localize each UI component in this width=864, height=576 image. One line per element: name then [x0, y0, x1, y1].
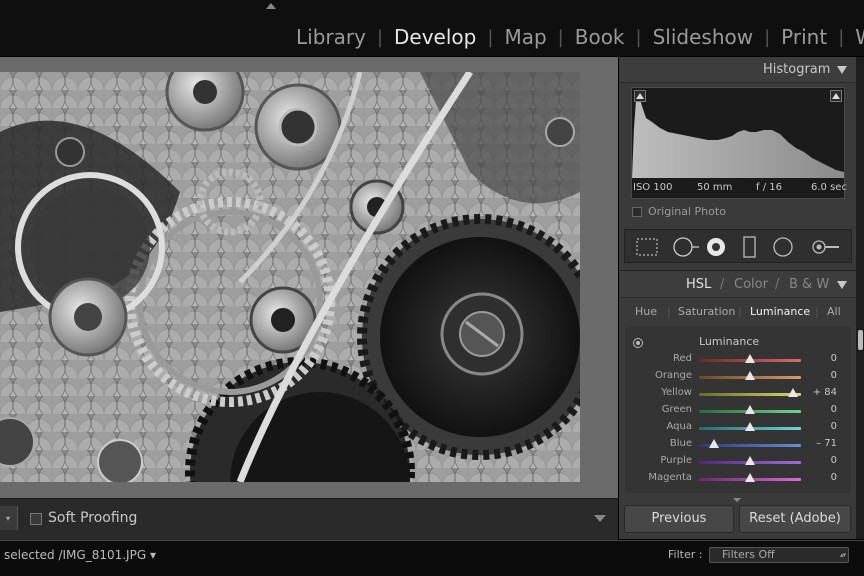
crop-overlay-icon[interactable]	[636, 238, 658, 256]
shadow-clipping-icon[interactable]	[634, 90, 646, 102]
highlight-clipping-icon[interactable]	[830, 90, 842, 102]
slider-value[interactable]: 0	[831, 472, 837, 483]
tab-all[interactable]: All	[827, 305, 841, 318]
histogram-collapse-icon[interactable]	[837, 66, 847, 74]
panel-end-marker-icon	[733, 498, 741, 502]
slider-label: Orange	[655, 370, 692, 381]
soft-proofing-checkbox[interactable]	[30, 513, 42, 525]
red-eye-icon[interactable]	[707, 238, 725, 256]
module-book[interactable]: Book	[575, 25, 625, 49]
hsl-mode-tab[interactable]: HSL	[686, 277, 711, 292]
view-mode-button[interactable]: ▾	[0, 506, 18, 530]
soft-proofing-label: Soft Proofing	[48, 510, 138, 526]
slider-knob[interactable]	[745, 405, 755, 414]
slider-knob[interactable]	[745, 422, 755, 431]
selected-file-text: selected /IMG_8101.JPG	[4, 548, 147, 562]
slider-value[interactable]: 0	[831, 421, 837, 432]
header-separator-2: /	[775, 277, 780, 292]
slider-label: Blue	[669, 438, 692, 449]
slider-magenta: Magenta 0	[625, 471, 851, 488]
exif-aperture: f / 16	[756, 182, 782, 193]
color-mode-tab[interactable]: Color	[734, 277, 768, 292]
slider-label: Green	[661, 404, 692, 415]
exif-shutter: 6.0 sec	[811, 182, 847, 193]
tab-luminance[interactable]: Luminance	[750, 305, 810, 318]
photo-preview[interactable]	[0, 72, 580, 482]
module-develop[interactable]: Develop	[394, 25, 476, 49]
module-library[interactable]: Library	[296, 25, 366, 49]
graduated-filter-icon[interactable]	[743, 236, 756, 258]
spot-removal-icon[interactable]	[673, 237, 699, 257]
original-photo-label: Original Photo	[648, 205, 726, 218]
slider-label: Red	[673, 353, 692, 364]
tab-hue[interactable]: Hue	[635, 305, 657, 318]
right-panel-scrollbar[interactable]	[856, 57, 864, 539]
toolbar-menu-chevron-icon[interactable]	[594, 515, 606, 522]
slider-knob[interactable]	[787, 388, 798, 397]
slider-blue: Blue – 71	[625, 437, 851, 454]
slider-knob[interactable]	[745, 456, 755, 465]
slider-knob[interactable]	[745, 371, 755, 380]
histogram-title: Histogram	[763, 62, 831, 77]
selected-file-path[interactable]: selected /IMG_8101.JPG ▾	[4, 548, 156, 562]
watch-gears-image	[0, 72, 580, 482]
module-list: Library | Develop | Map | Book | Slidesh…	[296, 22, 864, 52]
slider-purple: Purple 0	[625, 454, 851, 471]
original-photo-checkbox[interactable]	[632, 207, 642, 217]
exif-focal-length: 50 mm	[697, 182, 733, 193]
bw-mode-tab[interactable]: B & W	[789, 277, 829, 292]
module-web[interactable]: Web	[855, 25, 864, 49]
hsl-collapse-icon[interactable]	[837, 281, 847, 289]
hsl-subtabs: Hue | Saturation | Luminance | All	[635, 305, 841, 318]
chevron-down-icon: ▾	[6, 514, 11, 523]
previous-button[interactable]: Previous	[624, 505, 734, 533]
canvas-right-margin	[580, 72, 618, 482]
slider-value[interactable]: + 84	[813, 387, 837, 398]
target-adjustment-icon[interactable]	[633, 338, 643, 348]
reset-button[interactable]: Reset (Adobe)	[739, 505, 851, 533]
tab-saturation[interactable]: Saturation	[678, 305, 735, 318]
module-print[interactable]: Print	[781, 25, 827, 49]
canvas-bottom-margin	[0, 482, 618, 498]
tool-strip	[624, 229, 852, 263]
slider-value[interactable]: 0	[831, 404, 837, 415]
slider-orange: Orange 0	[625, 369, 851, 386]
canvas-top-margin	[0, 57, 618, 72]
luminance-title: Luminance	[699, 335, 760, 348]
slider-track[interactable]	[699, 393, 801, 396]
slider-label: Aqua	[666, 421, 692, 432]
slider-knob[interactable]	[745, 354, 755, 363]
scrollbar-thumb[interactable]	[858, 330, 863, 350]
file-menu-chevron-icon[interactable]: ▾	[150, 548, 156, 562]
slider-value[interactable]: 0	[831, 353, 837, 364]
slider-red: Red 0	[625, 352, 851, 369]
filter-label: Filter :	[668, 548, 703, 561]
adjustment-brush-icon[interactable]	[812, 240, 839, 254]
slider-knob[interactable]	[708, 439, 719, 448]
slider-label: Yellow	[661, 387, 692, 398]
panel-toggle-arrow-icon[interactable]	[266, 3, 276, 9]
filter-dropdown[interactable]: Filters Off	[709, 547, 849, 563]
slider-green: Green 0	[625, 403, 851, 420]
header-separator: /	[720, 277, 725, 292]
slider-value[interactable]: 0	[831, 370, 837, 381]
module-slideshow[interactable]: Slideshow	[653, 25, 754, 49]
slider-value[interactable]: – 71	[816, 438, 837, 449]
exif-iso: ISO 100	[633, 182, 673, 193]
slider-value[interactable]: 0	[831, 455, 837, 466]
slider-knob[interactable]	[745, 473, 755, 482]
slider-yellow: Yellow + 84	[625, 386, 851, 403]
slider-label: Purple	[660, 455, 692, 466]
radial-filter-icon[interactable]	[773, 237, 793, 257]
slider-aqua: Aqua 0	[625, 420, 851, 437]
slider-label: Magenta	[648, 472, 692, 483]
module-map[interactable]: Map	[504, 25, 546, 49]
